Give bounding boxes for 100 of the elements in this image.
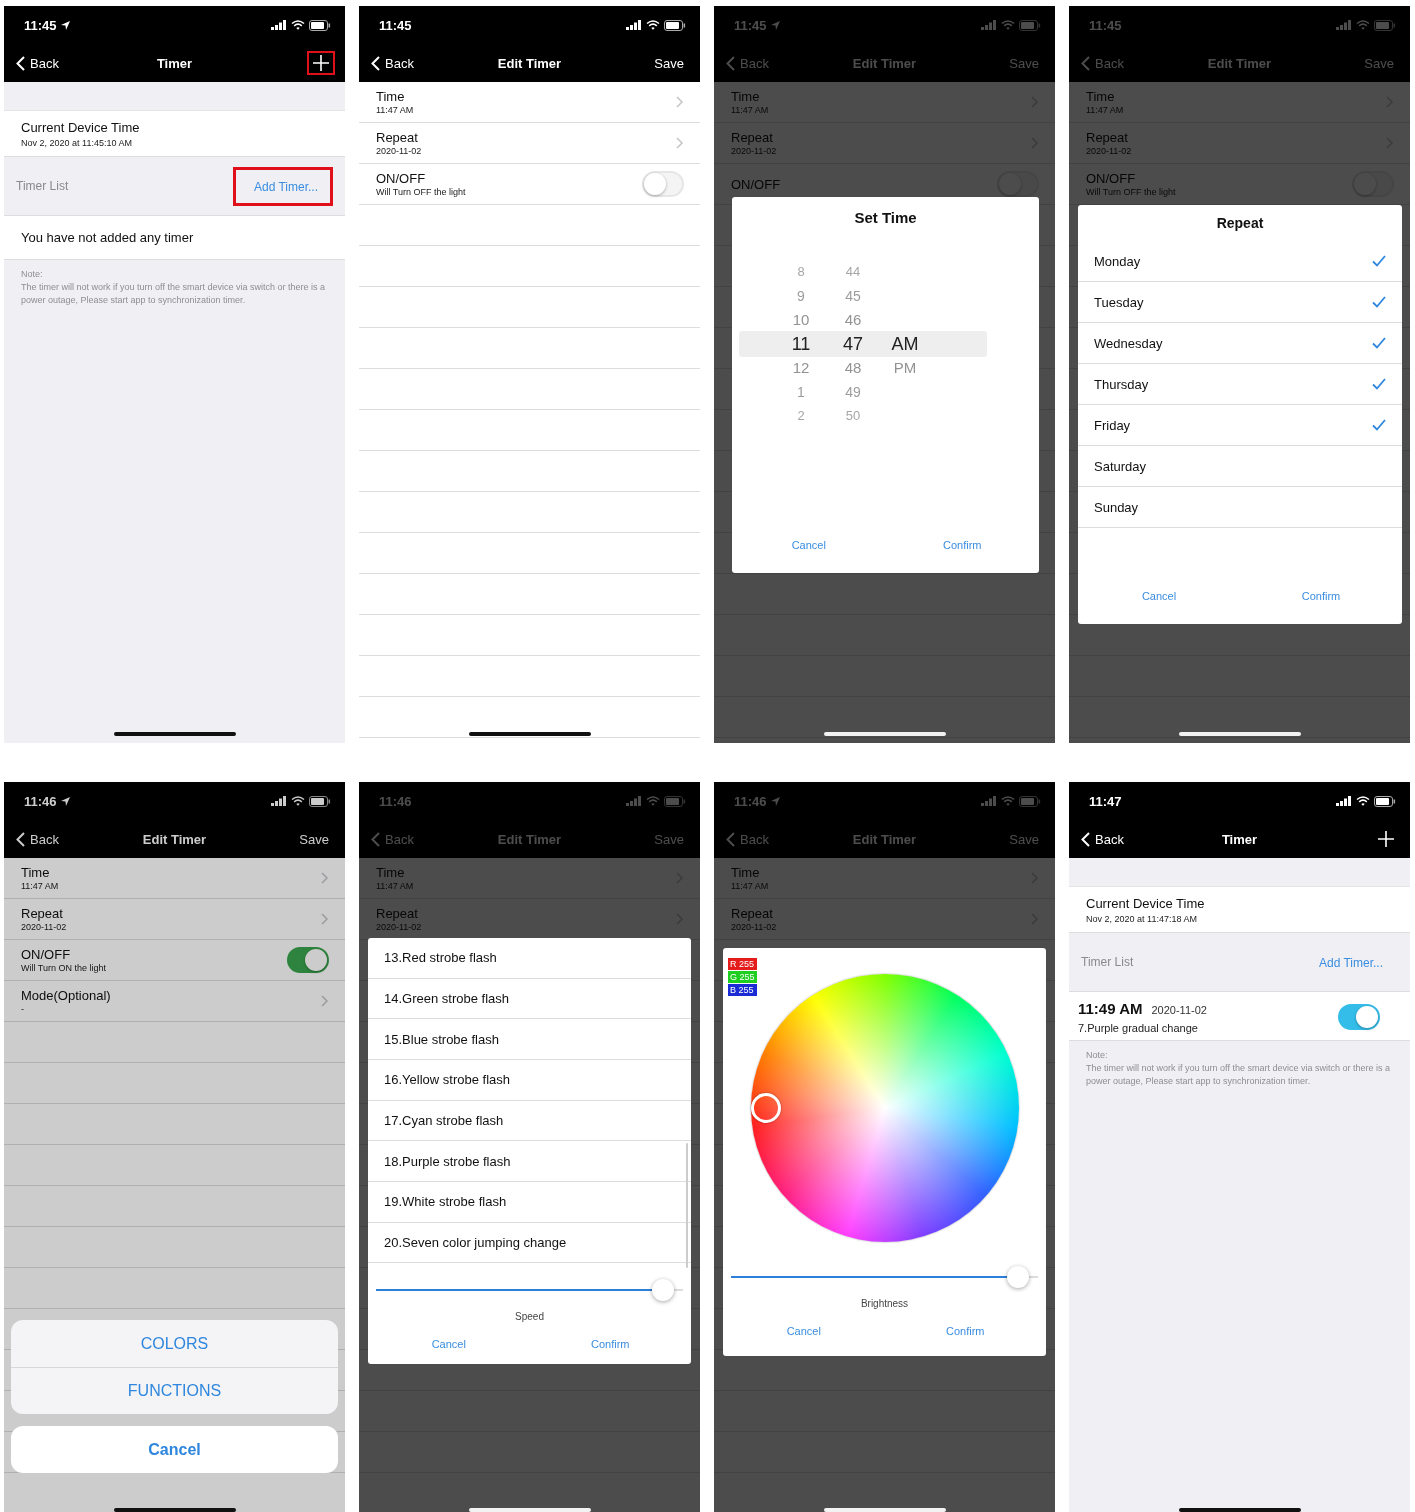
row-title: Time <box>731 89 761 104</box>
picker-value[interactable]: 46 <box>844 308 862 332</box>
nav-title: Edit Timer <box>852 831 917 847</box>
day-label: Wednesday <box>1094 335 1164 351</box>
signal-icon <box>271 796 287 806</box>
cancel-button[interactable]: Cancel <box>1078 586 1240 606</box>
section-label: Timer List <box>16 179 69 193</box>
row-value: 2020-11-02 <box>376 146 423 156</box>
confirm-button[interactable]: Confirm <box>529 1334 691 1355</box>
battery-icon <box>664 19 686 31</box>
picker-value[interactable]: 12 <box>792 356 810 380</box>
add-button[interactable] <box>307 51 335 75</box>
picker-value[interactable]: 1 <box>797 380 805 404</box>
row-value: 11:47 AM <box>376 105 415 115</box>
wheel-handle[interactable] <box>750 1093 781 1123</box>
status-time: 11:45 <box>734 17 767 33</box>
picker-value[interactable]: 49 <box>845 380 861 404</box>
device-time: Nov 2, 2020 at 11:47:18 AM <box>1086 914 1198 924</box>
row-title: Time <box>1086 89 1116 104</box>
battery-icon <box>309 795 331 807</box>
picker-value[interactable]: 2 <box>797 404 805 428</box>
plus-icon <box>1378 831 1394 847</box>
slider-label: Brightness <box>859 1298 910 1309</box>
toggle-switch[interactable] <box>1338 1004 1380 1030</box>
mode-item[interactable]: 14.Green strobe flash <box>368 978 691 1020</box>
row-title: Repeat <box>376 906 419 921</box>
picker-value[interactable]: 50 <box>845 404 861 428</box>
row-title: ON/OFF <box>731 176 782 192</box>
chevron-icon <box>321 995 329 1007</box>
slider-thumb[interactable] <box>1007 1266 1030 1288</box>
back-button[interactable]: Back <box>14 55 61 71</box>
nav-title: Edit Timer <box>1207 55 1272 71</box>
row-value: Will Turn OFF the light <box>376 187 467 197</box>
mode-item[interactable]: 17.Cyan strobe flash <box>368 1100 691 1142</box>
row-value: - <box>21 1004 25 1014</box>
picker-value[interactable]: 9 <box>797 284 805 308</box>
picker-value[interactable]: AM <box>891 332 919 356</box>
status-time: 11:46 <box>379 793 412 809</box>
slider-label: Speed <box>514 1311 545 1323</box>
picker-value[interactable]: 47 <box>843 332 863 356</box>
row-value: 2020-11-02 <box>21 922 68 932</box>
back-chevron-icon <box>16 831 25 847</box>
mode-item[interactable]: 15.Blue strobe flash <box>368 1019 691 1060</box>
nav-title: Edit Timer <box>497 831 562 847</box>
back-button[interactable]: Back <box>14 831 61 847</box>
row-title: Repeat <box>1086 130 1129 145</box>
mode-item[interactable]: 13.Red strobe flash <box>368 938 691 979</box>
note-text: The timer will not work if you turn off the smart device via switch or there is a power outage, Please start app to synchronization timer. <box>1086 1062 1391 1088</box>
chevron-icon <box>676 96 684 108</box>
channel-value: B 255 <box>728 984 757 996</box>
row-title: Time <box>731 865 761 880</box>
cancel-button[interactable]: Cancel <box>732 535 886 555</box>
picker-value[interactable]: 48 <box>844 356 862 380</box>
confirm-button[interactable]: Confirm <box>1240 586 1402 606</box>
sheet-option[interactable]: COLORS <box>11 1320 338 1367</box>
picker-value[interactable]: 44 <box>845 260 861 284</box>
row-value: Will Turn ON the light <box>21 963 108 973</box>
picker-value[interactable]: 11 <box>791 332 811 356</box>
confirm-button[interactable]: Confirm <box>884 1321 1046 1341</box>
status-time: 11:46 <box>24 793 57 809</box>
signal-icon <box>271 20 287 30</box>
row-title: ON/OFF <box>376 171 427 186</box>
battery-icon <box>309 19 331 31</box>
row-value: 2020-11-02 <box>376 922 423 932</box>
slider-thumb[interactable] <box>652 1279 675 1302</box>
cancel-button[interactable]: Cancel <box>723 1321 885 1341</box>
row-title: Time <box>376 865 406 880</box>
picker-value[interactable]: 8 <box>797 260 805 284</box>
day-label: Tuesday <box>1094 294 1145 310</box>
sheet-option[interactable]: FUNCTIONS <box>11 1367 338 1414</box>
day-label: Monday <box>1094 253 1142 269</box>
dialog-title: Repeat <box>1215 214 1265 233</box>
plus-icon <box>313 55 329 71</box>
day-label: Friday <box>1094 417 1132 433</box>
back-button[interactable]: Back <box>1079 831 1126 847</box>
chevron-icon <box>321 913 329 925</box>
picker-value[interactable]: PM <box>893 356 917 380</box>
nav-title: Timer <box>156 55 193 71</box>
confirm-button[interactable]: Confirm <box>885 535 1039 555</box>
picker-value[interactable]: 45 <box>845 284 861 308</box>
row-title: Repeat <box>731 906 774 921</box>
note-text: The timer will not work if you turn off the smart device via switch or there is a power outage, Please start app to synchronization timer. <box>21 281 326 307</box>
row-title: Repeat <box>731 130 774 145</box>
wifi-icon <box>646 20 660 30</box>
mode-item[interactable]: 16.Yellow strobe flash <box>368 1059 691 1101</box>
save-button[interactable]: Save <box>293 827 335 851</box>
picker-value[interactable]: 10 <box>792 308 810 332</box>
day-label: Sunday <box>1094 499 1140 515</box>
channel-value: G 255 <box>728 971 757 983</box>
row-title: Current Device Time <box>21 120 141 135</box>
nav-title: Edit Timer <box>852 55 917 71</box>
row-value: Will Turn OFF the light <box>1086 187 1177 197</box>
toggle-switch[interactable] <box>287 947 329 973</box>
cancel-button[interactable]: Cancel <box>368 1334 530 1355</box>
cancel-button[interactable]: Cancel <box>11 1426 338 1473</box>
add-timer-link[interactable]: Add Timer... <box>1297 942 1398 982</box>
save-button[interactable]: Save <box>648 51 690 75</box>
status-time: 11:45 <box>24 17 57 33</box>
back-button[interactable]: Back <box>369 55 416 71</box>
add-timer-link[interactable]: Add Timer... <box>232 166 333 206</box>
